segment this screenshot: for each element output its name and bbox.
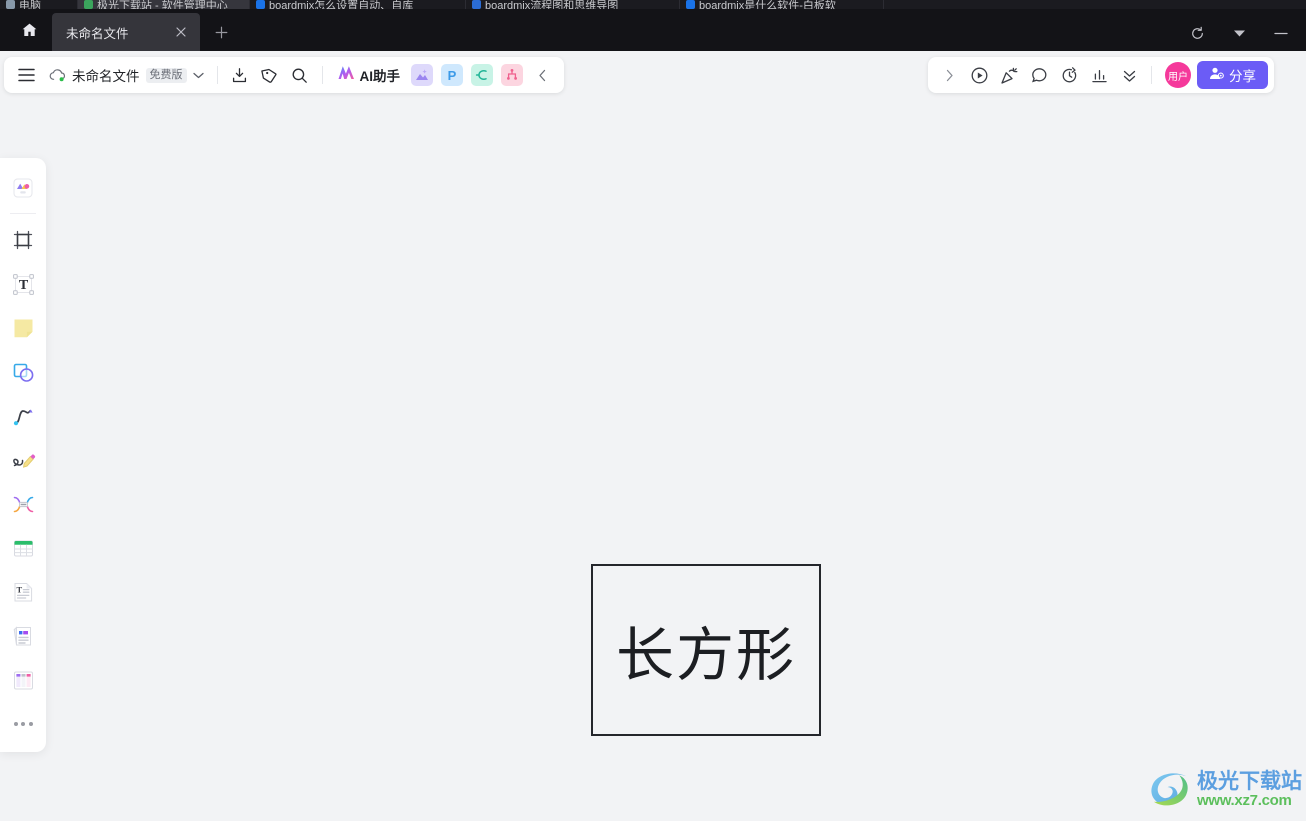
new-tab-plus-icon[interactable] — [210, 21, 232, 43]
search-icon[interactable] — [285, 61, 315, 89]
more-dots-icon — [13, 722, 33, 726]
top-toolbar-left: 未命名文件 免费版 AI助手 P — [4, 57, 564, 93]
sidebar-divider — [10, 213, 36, 214]
ghost-tab-list: 电脑 极光下载站 - 软件管理中心 boardmix怎么设置自动、自库 boardmi… — [0, 0, 1306, 9]
chevron-down-icon[interactable] — [1220, 18, 1258, 48]
toolbar-divider-1 — [216, 66, 218, 84]
image-app-icon[interactable] — [411, 64, 433, 86]
favicon-icon — [256, 0, 265, 9]
ghost-tab-title: 电脑 — [19, 0, 41, 9]
sidebar-item-table[interactable] — [6, 531, 40, 565]
favicon-icon — [472, 0, 481, 9]
chevron-left-icon[interactable] — [527, 61, 557, 89]
refresh-icon[interactable] — [1178, 18, 1216, 48]
top-toolbar-right: 用户 分享 — [928, 57, 1274, 93]
plan-badge: 免费版 — [145, 67, 187, 83]
watermark: 极光下载站 www.xz7.com — [1144, 763, 1302, 817]
minimize-icon[interactable] — [1262, 18, 1300, 48]
close-icon[interactable] — [172, 23, 190, 41]
shape-label: 长方形 — [615, 621, 796, 689]
toolbar-divider-3 — [1151, 66, 1152, 84]
present-play-icon[interactable] — [964, 61, 994, 89]
ghost-browser-tab[interactable]: 电脑 — [0, 0, 78, 9]
sidebar-item-text[interactable]: T — [6, 267, 40, 301]
party-popper-icon[interactable] — [994, 61, 1024, 89]
ghost-browser-tab[interactable]: boardmix流程图和思维导图 — [466, 0, 680, 9]
ghost-tab-title: boardmix流程图和思维导图 — [485, 0, 619, 9]
sidebar-item-mindmap[interactable] — [6, 487, 40, 521]
ai-assistant-label: AI助手 — [359, 69, 401, 84]
avatar[interactable]: 用户 — [1165, 62, 1191, 88]
chevron-down-icon[interactable] — [192, 66, 204, 84]
share-label: 分享 — [1229, 69, 1256, 84]
sidebar-item-shapes[interactable] — [6, 355, 40, 389]
share-person-icon — [1209, 66, 1224, 84]
sidebar-item-pen[interactable] — [6, 443, 40, 477]
favicon-icon — [686, 0, 695, 9]
cloud-sync-icon — [49, 68, 66, 82]
watermark-logo-icon — [1151, 773, 1188, 806]
chart-stats-icon[interactable] — [1084, 61, 1114, 89]
ai-assistant-button[interactable]: AI助手 — [330, 61, 408, 89]
ghost-tab-title: 极光下载站 - 软件管理中心 — [97, 0, 228, 9]
presentation-app-icon[interactable]: P — [441, 64, 463, 86]
ghost-tab-title: boardmix怎么设置自动、自库 — [269, 0, 414, 9]
watermark-title: 极光下载站 — [1197, 770, 1302, 794]
favicon-icon — [6, 0, 15, 9]
toolbar-divider-2 — [321, 66, 323, 84]
ghost-browser-tab[interactable]: boardmix是什么软件-白板软 — [680, 0, 884, 9]
ghost-browser-tab[interactable]: boardmix怎么设置自动、自库 — [250, 0, 466, 9]
sidebar-item-sticky-note[interactable] — [6, 311, 40, 345]
browser-tabbar: 未命名文件 — [0, 9, 1306, 51]
shape-rectangle[interactable]: 长方形 — [591, 564, 821, 736]
hamburger-menu-icon[interactable] — [11, 61, 41, 89]
import-download-icon[interactable] — [225, 61, 255, 89]
svg-text:T: T — [18, 278, 28, 293]
left-tool-sidebar: T T — [0, 158, 46, 752]
canvas-area[interactable]: 长方形 极光下载站 www.xz7.com — [0, 100, 1306, 821]
sidebar-item-document[interactable]: T — [6, 575, 40, 609]
mindmap-app-icon[interactable] — [471, 64, 493, 86]
timer-icon[interactable] — [1054, 61, 1084, 89]
svg-text:T: T — [16, 584, 22, 594]
comment-bubble-icon[interactable] — [1024, 61, 1054, 89]
ghost-browser-tab[interactable]: 极光下载站 - 软件管理中心 — [78, 0, 250, 9]
ai-sparkle-icon — [337, 64, 356, 86]
watermark-url: www.xz7.com — [1197, 792, 1292, 810]
tag-icon[interactable] — [255, 61, 285, 89]
share-button[interactable]: 分享 — [1197, 61, 1268, 89]
sidebar-item-templates[interactable] — [6, 171, 40, 205]
sidebar-item-card[interactable] — [6, 619, 40, 653]
double-chevron-down-icon[interactable] — [1114, 61, 1144, 89]
sidebar-item-connector[interactable] — [6, 399, 40, 433]
ghost-tab-title: boardmix是什么软件-白板软 — [699, 0, 836, 9]
file-name-label: 未命名文件 — [72, 69, 140, 84]
browser-ghost-tabstrip: 电脑 极光下载站 - 软件管理中心 boardmix怎么设置自动、自库 boardmi… — [0, 0, 1306, 9]
favicon-icon — [84, 0, 93, 9]
sidebar-item-more[interactable] — [6, 707, 40, 741]
file-name-chip[interactable]: 未命名文件 免费版 — [41, 61, 210, 89]
window-controls — [1178, 18, 1300, 48]
home-icon[interactable] — [14, 16, 44, 44]
browser-tab[interactable]: 未命名文件 — [52, 13, 200, 51]
chevron-right-icon[interactable] — [934, 61, 964, 89]
browser-tab-title: 未命名文件 — [66, 26, 129, 41]
app-root: 电脑 极光下载站 - 软件管理中心 boardmix怎么设置自动、自库 boardmi… — [0, 0, 1306, 821]
flowchart-app-icon[interactable] — [501, 64, 523, 86]
sidebar-item-frame[interactable] — [6, 223, 40, 257]
sidebar-item-kanban[interactable] — [6, 663, 40, 697]
